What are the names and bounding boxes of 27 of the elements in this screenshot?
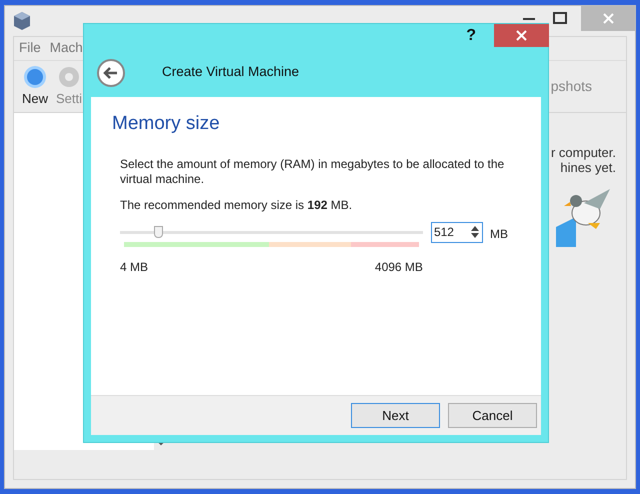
max-label: 4096 MB: [374, 258, 423, 276]
starburst-icon: [23, 64, 47, 89]
description-text: Select the amount of memory (RAM) in megabytes to be allocated to the virtual machine.: [120, 156, 506, 186]
page-heading: Memory size: [112, 112, 221, 136]
dialog-title: Create Virtual Machine: [162, 63, 300, 82]
close-icon: [516, 30, 527, 41]
slider-track[interactable]: [120, 226, 423, 240]
recommendation-text: The recommended memory size is 192 MB.: [120, 196, 354, 214]
help-button[interactable]: ?: [466, 24, 476, 48]
min-label: 4 MB: [120, 258, 148, 276]
spin-arrows-icon[interactable]: [470, 225, 480, 239]
minimize-icon[interactable]: [523, 18, 535, 22]
dialog-button[interactable]: Next: [351, 403, 440, 428]
close-icon: [602, 13, 614, 24]
slider-thumb[interactable]: [154, 226, 163, 238]
menu-item[interactable]: Mach: [50, 38, 83, 59]
memory-spinbox[interactable]: 512: [430, 222, 483, 242]
menu-item[interactable]: File: [19, 38, 41, 59]
welcome-text: hines yet.: [560, 160, 616, 175]
dialog-button[interactable]: Cancel: [448, 403, 537, 428]
gear-icon: [57, 64, 81, 89]
cube-icon: [13, 11, 31, 31]
close-button[interactable]: [494, 24, 549, 47]
unit-label: MB: [490, 226, 508, 242]
welcome-text: r computer.: [550, 145, 616, 160]
maximize-icon[interactable]: [553, 12, 567, 24]
toolbar-button[interactable]: New: [18, 64, 52, 108]
